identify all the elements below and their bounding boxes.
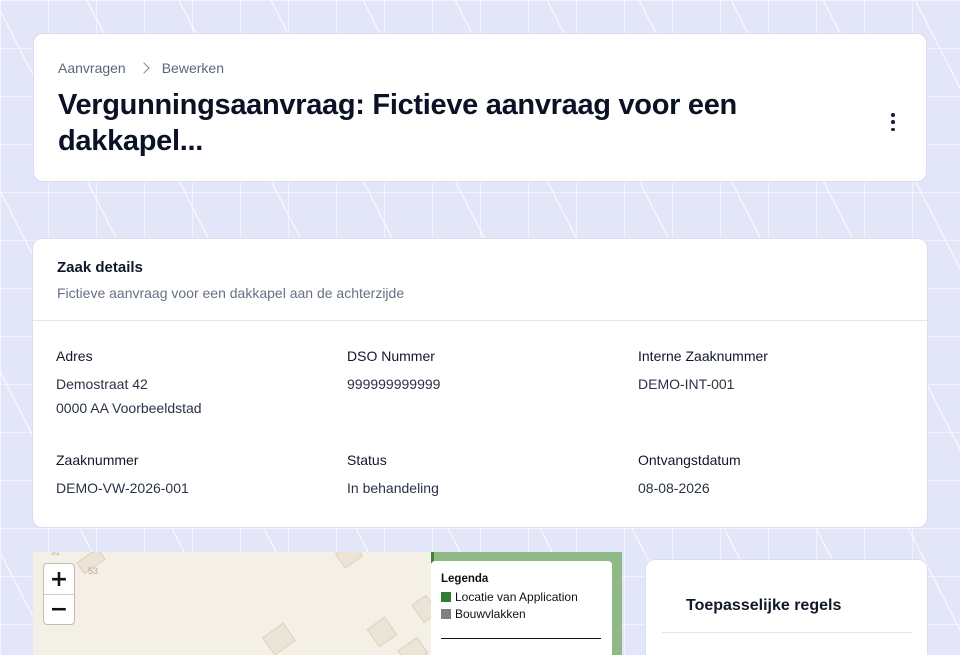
legend-divider [441,638,601,639]
zoom-in-button[interactable]: + [44,564,74,594]
field-label: Zaaknummer [56,452,139,468]
address-line-1: Demostraat 42 [56,376,148,392]
map-building [397,636,429,655]
breadcrumb-item-aanvragen[interactable]: Aanvragen [58,60,126,76]
case-details-card: Zaak details Fictieve aanvraag voor een … [32,238,928,528]
field-adres: Adres Demostraat 42 0000 AA Voorbeeldsta… [56,348,202,420]
field-label: Interne Zaaknummer [638,348,768,364]
case-details-subtitle: Fictieve aanvraag voor een dakkapel aan … [57,285,405,301]
field-value: Demostraat 42 0000 AA Voorbeeldstad [56,372,202,420]
map-building [334,552,364,569]
zoom-control: + − [43,563,75,625]
more-options-icon[interactable] [888,113,898,131]
field-value: In behandeling [347,480,439,496]
field-status: Status In behandeling [347,452,439,500]
page-title: Vergunningsaanvraag: Fictieve aanvraag v… [58,89,737,157]
field-interne-zaaknummer: Interne Zaaknummer DEMO-INT-001 [638,348,768,396]
field-value: DEMO-INT-001 [638,376,735,392]
address-line-2: 0000 AA Voorbeeldstad [56,400,202,416]
legend-swatch-green [441,592,451,602]
divider [662,632,912,633]
legend-label: Bouwvlakken [455,607,526,621]
breadcrumb: Aanvragen Bewerken [58,60,224,76]
legend-item: Locatie van Application [441,590,612,604]
map-legend: Legenda Locatie van Application Bouwvlak… [431,561,612,655]
zoom-out-button[interactable]: − [44,594,74,624]
rules-title: Toepasselijke regels [686,597,842,614]
location-map[interactable]: 51 53 + − Legenda Locatie van Applicatio… [33,552,622,655]
breadcrumb-item-bewerken: Bewerken [161,60,224,76]
applicable-rules-card: Toepasselijke regels [645,559,928,655]
map-building [262,622,296,655]
field-label: Status [347,452,387,468]
field-label: DSO Nummer [347,348,435,364]
case-details-title: Zaak details [57,259,143,276]
chevron-right-icon [138,62,150,74]
map-building [366,616,398,648]
house-number-label: 53 [88,566,99,576]
legend-title: Legenda [441,573,489,585]
house-number-label: 51 [51,552,60,557]
field-value: 08-08-2026 [638,480,710,496]
case-details-header: Zaak details Fictieve aanvraag voor een … [33,239,927,321]
field-value: DEMO-VW-2026-001 [56,480,189,496]
field-ontvangstdatum: Ontvangstdatum 08-08-2026 [638,452,741,500]
legend-label: Locatie van Application [455,590,578,604]
field-value: 999999999999 [347,376,441,392]
field-dso-nummer: DSO Nummer 999999999999 [347,348,440,396]
field-label: Adres [56,348,93,364]
legend-item: Bouwvlakken [441,607,612,621]
legend-swatch-gray [441,609,451,619]
header-card: Aanvragen Bewerken Vergunningsaanvraag: … [33,33,927,182]
field-label: Ontvangstdatum [638,452,741,468]
field-zaaknummer: Zaaknummer DEMO-VW-2026-001 [56,452,189,500]
